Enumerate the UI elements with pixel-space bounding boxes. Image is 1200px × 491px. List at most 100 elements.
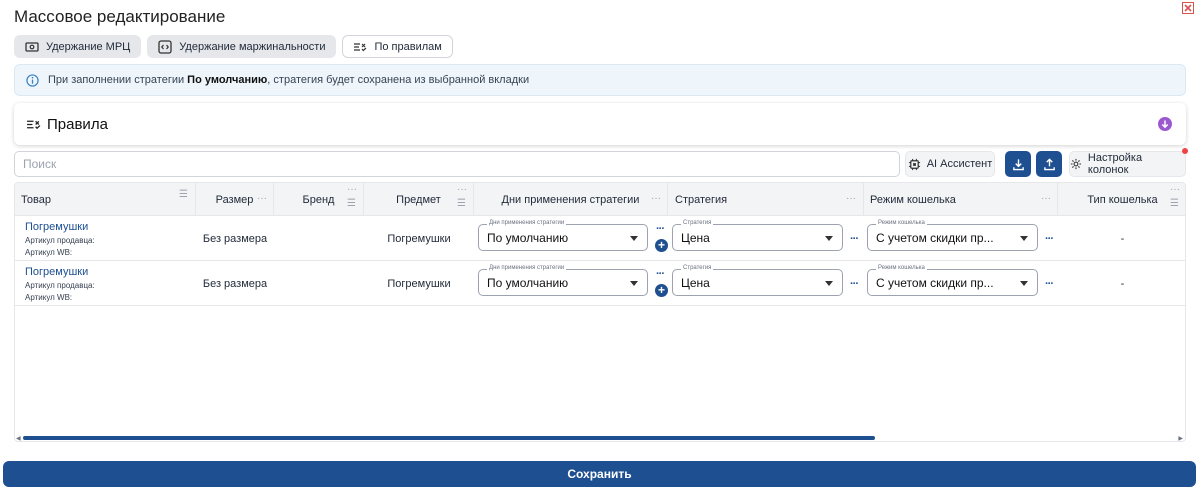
ai-assistant-label: AI Ассистент <box>926 158 993 170</box>
scroll-right-icon[interactable]: ▶ <box>1178 435 1183 441</box>
column-dots-icon[interactable]: ··· <box>846 194 856 204</box>
strategy-select-label: Стратегия <box>681 265 714 271</box>
upload-button[interactable] <box>1036 151 1062 177</box>
days-select-label: Дни применения стратегии <box>487 220 567 226</box>
gear-icon <box>1070 158 1082 170</box>
upload-icon <box>1043 157 1055 170</box>
product-link[interactable]: Погремушки <box>25 266 95 278</box>
subject-cell: Погремушки <box>387 232 451 245</box>
rules-icon <box>27 120 41 129</box>
wallet-mode-select-label: Режим кошелька <box>876 220 927 226</box>
grid-header: Товар ☰ Размер ··· Бренд ··· ☰ Предмет ·… <box>15 183 1185 216</box>
info-text: При заполнении стратегии По умолчанию, с… <box>48 74 530 86</box>
days-select-value: По умолчанию <box>487 276 569 290</box>
info-banner: При заполнении стратегии По умолчанию, с… <box>14 64 1186 96</box>
dialog-title: Массовое редактирование <box>14 7 226 26</box>
column-menu-icon[interactable]: ☰ <box>457 199 466 209</box>
column-dots-icon[interactable]: ··· <box>1041 194 1051 204</box>
strategy-select[interactable]: Стратегия Цена <box>672 220 843 251</box>
column-header-brand[interactable]: Бренд ··· ☰ <box>274 183 364 216</box>
wallet-mode-select-label: Режим кошелька <box>876 265 927 271</box>
scroll-left-icon[interactable]: ◀ <box>16 435 21 441</box>
product-cell: Погремушки Артикул продавца: Артикул WB: <box>25 261 195 306</box>
seller-article: Артикул продавца: <box>25 280 95 290</box>
product-cell: Погремушки Артикул продавца: Артикул WB: <box>25 216 195 261</box>
column-dots-icon[interactable]: ··· <box>1170 185 1180 195</box>
tab-mrc-label: Удержание МРЦ <box>46 40 131 53</box>
column-header-size[interactable]: Размер ··· <box>196 183 274 216</box>
strategy-select-value: Цена <box>681 276 710 290</box>
wb-article: Артикул WB: <box>25 292 73 302</box>
add-icon[interactable]: + <box>655 284 668 297</box>
ai-assistant-button[interactable]: AI Ассистент <box>905 151 995 177</box>
search-input[interactable] <box>14 151 900 177</box>
tab-mrc[interactable]: Удержание МРЦ <box>14 35 142 58</box>
more-options-icon[interactable]: ··· <box>1045 233 1054 245</box>
rules-icon <box>354 42 367 51</box>
column-header-strategy[interactable]: Стратегия ··· <box>668 183 864 216</box>
more-options-icon[interactable]: ··· <box>1045 278 1054 290</box>
days-select[interactable]: Дни применения стратегии По умолчанию <box>478 220 648 251</box>
more-options-icon[interactable]: ··· <box>656 223 665 235</box>
size-cell: Без размера <box>202 277 268 290</box>
brand-cell <box>274 261 364 306</box>
column-menu-icon[interactable]: ☰ <box>1170 199 1179 209</box>
table-row: Погремушки Артикул продавца: Артикул WB:… <box>15 261 1185 306</box>
download-icon <box>1012 158 1024 170</box>
days-select-label: Дни применения стратегии <box>487 265 567 271</box>
chevron-down-icon <box>630 236 638 241</box>
column-settings-label: Настройка колонок <box>1087 152 1143 176</box>
chevron-down-icon <box>1020 236 1028 241</box>
more-options-icon[interactable]: ··· <box>850 278 859 290</box>
tab-margin[interactable]: Удержание маржинальности <box>147 35 337 58</box>
product-link[interactable]: Погремушки <box>25 221 95 233</box>
days-select[interactable]: Дни применения стратегии По умолчанию <box>478 265 648 296</box>
wallet-mode-select-value: С учетом скидки пр... <box>876 231 994 245</box>
column-dots-icon[interactable]: ··· <box>257 194 267 204</box>
seller-article: Артикул продавца: <box>25 235 95 245</box>
info-icon <box>26 73 39 87</box>
code-icon <box>158 39 172 54</box>
money-icon <box>25 41 39 52</box>
wallet-mode-select-value: С учетом скидки пр... <box>876 276 994 290</box>
column-header-wallet-mode[interactable]: Режим кошелька ··· <box>864 183 1058 216</box>
column-header-product[interactable]: Товар ☰ <box>15 183 196 216</box>
rules-title: Правила <box>47 115 108 133</box>
wallet-mode-select[interactable]: Режим кошелька С учетом скидки пр... <box>867 265 1038 296</box>
strategy-select[interactable]: Стратегия Цена <box>672 265 843 296</box>
table-row: Погремушки Артикул продавца: Артикул WB:… <box>15 216 1185 261</box>
download-button[interactable] <box>1005 151 1031 177</box>
column-menu-icon[interactable]: ☰ <box>347 199 356 209</box>
days-select-value: По умолчанию <box>487 231 569 245</box>
tab-rules-label: По правилам <box>374 40 442 53</box>
more-options-icon[interactable]: ··· <box>656 268 665 280</box>
products-grid: Товар ☰ Размер ··· Бренд ··· ☰ Предмет ·… <box>14 182 1186 442</box>
subject-cell: Погремушки <box>387 277 451 290</box>
column-menu-icon[interactable]: ☰ <box>179 190 188 200</box>
column-header-wallet-type[interactable]: Тип кошелька ··· ☰ <box>1058 183 1185 216</box>
notification-dot <box>1182 148 1188 154</box>
size-cell: Без размера <box>202 232 268 245</box>
strategy-select-value: Цена <box>681 231 710 245</box>
wallet-mode-select[interactable]: Режим кошелька С учетом скидки пр... <box>867 220 1038 251</box>
close-icon[interactable] <box>1182 2 1194 14</box>
column-header-days[interactable]: Дни применения стратегии ··· <box>474 183 668 216</box>
more-options-icon[interactable]: ··· <box>850 233 859 245</box>
grid-toolbar: AI Ассистент Настройка колонок <box>14 148 1188 178</box>
chevron-down-icon <box>825 236 833 241</box>
tab-margin-label: Удержание маржинальности <box>179 40 326 53</box>
add-icon[interactable]: + <box>655 239 668 252</box>
tab-rules[interactable]: По правилам <box>342 35 453 58</box>
column-dots-icon[interactable]: ··· <box>347 185 357 195</box>
rules-panel[interactable]: Правила <box>14 103 1186 145</box>
wallet-type-cell: - <box>1120 277 1125 290</box>
column-dots-icon[interactable]: ··· <box>651 194 661 204</box>
strategy-tabs: Удержание МРЦ Удержание маржинальности П… <box>14 35 453 58</box>
column-header-subject[interactable]: Предмет ··· ☰ <box>364 183 474 216</box>
expand-down-icon[interactable] <box>1158 117 1172 131</box>
horizontal-scrollbar[interactable] <box>23 436 875 440</box>
column-settings-button[interactable]: Настройка колонок <box>1069 148 1188 177</box>
column-dots-icon[interactable]: ··· <box>457 185 467 195</box>
save-button[interactable]: Сохранить <box>3 461 1196 487</box>
chevron-down-icon <box>1020 281 1028 286</box>
